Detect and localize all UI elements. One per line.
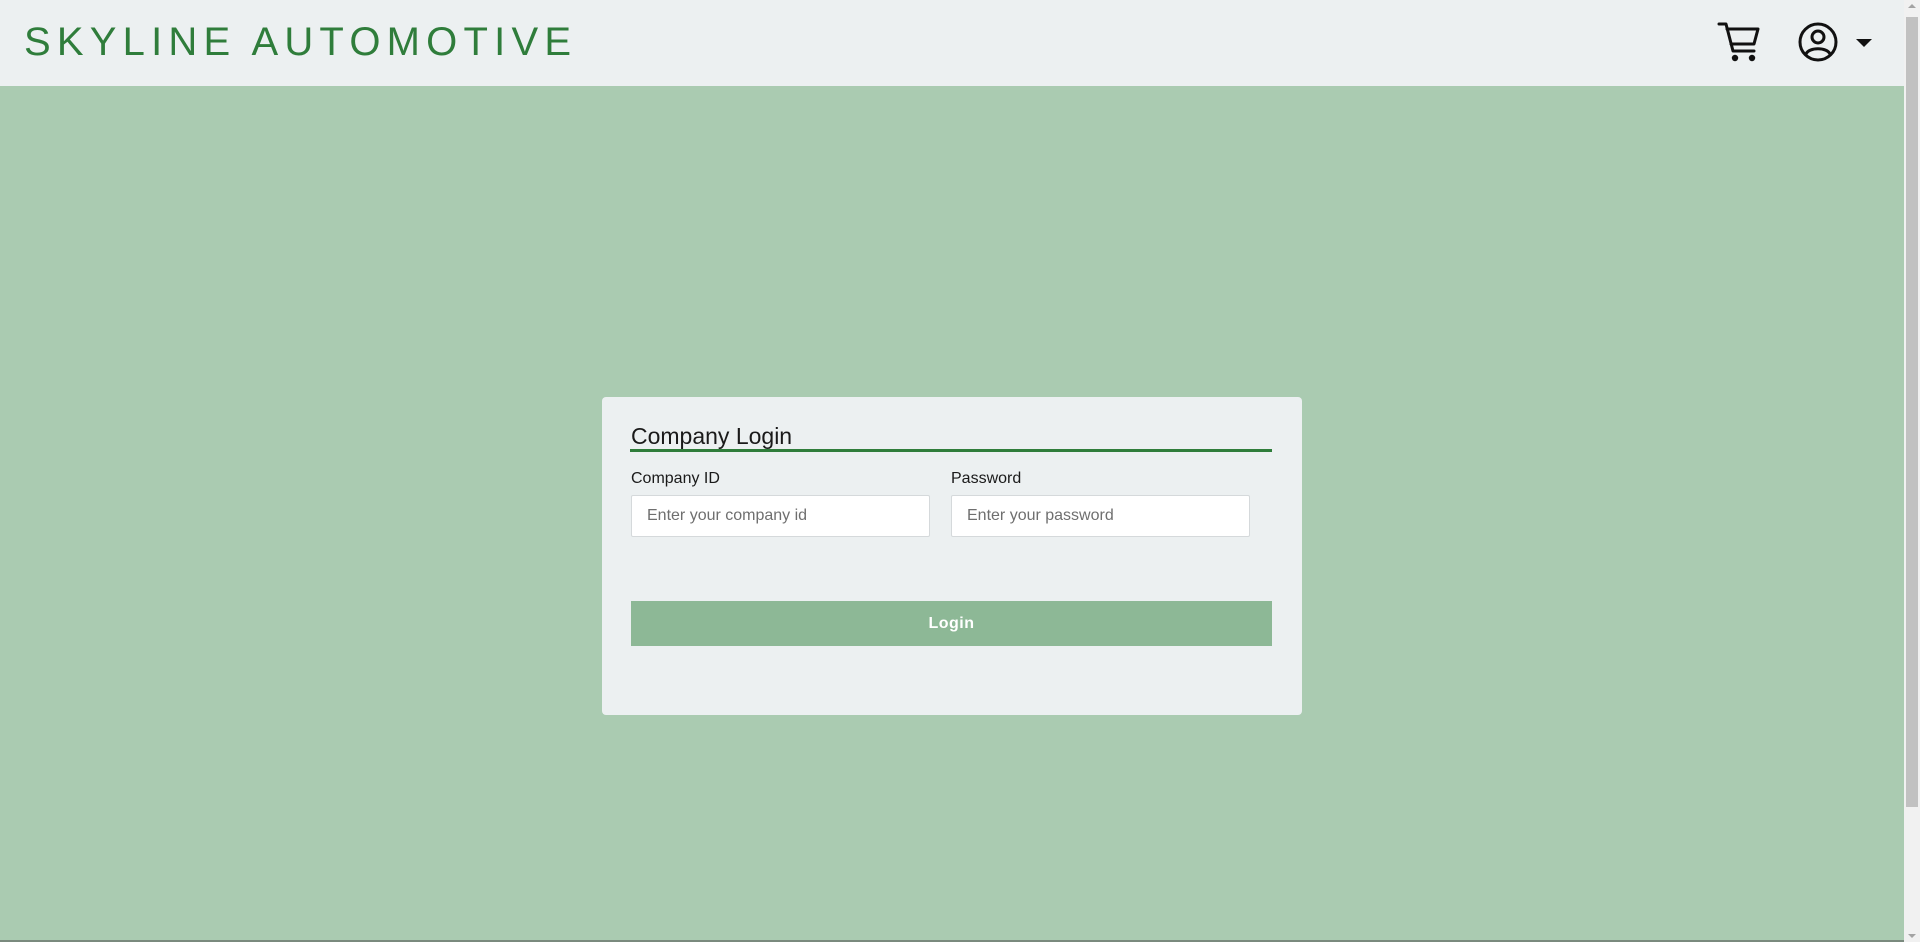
cart-icon xyxy=(1717,22,1760,62)
vertical-scrollbar[interactable] xyxy=(1904,0,1920,942)
login-button[interactable]: Login xyxy=(631,601,1272,646)
account-menu-button[interactable] xyxy=(1796,20,1876,64)
scroll-down-icon[interactable] xyxy=(1908,934,1916,938)
company-id-label: Company ID xyxy=(631,470,720,487)
top-header: SKYLINE AUTOMOTIVE xyxy=(0,0,1904,86)
title-underline xyxy=(630,449,1272,452)
brand-logo-text[interactable]: SKYLINE AUTOMOTIVE xyxy=(24,19,577,65)
scroll-up-icon[interactable] xyxy=(1908,4,1916,8)
company-id-input[interactable] xyxy=(631,495,930,537)
password-label: Password xyxy=(951,470,1022,487)
scrollbar-thumb[interactable] xyxy=(1906,17,1918,807)
cart-button[interactable] xyxy=(1716,18,1762,64)
company-login-card: Company Login Company ID Password Login xyxy=(602,397,1302,715)
password-input[interactable] xyxy=(951,495,1250,537)
login-title: Company Login xyxy=(631,423,793,449)
user-circle-icon xyxy=(1798,22,1838,62)
caret-down-icon xyxy=(1856,39,1872,47)
